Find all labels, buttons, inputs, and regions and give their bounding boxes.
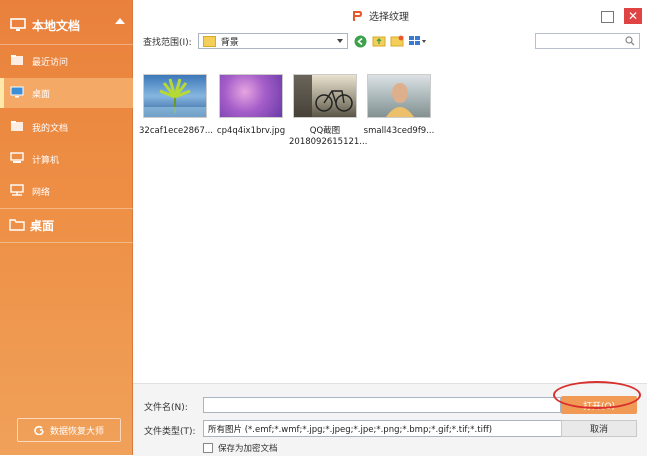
back-arrow-icon [354,35,367,47]
look-in-combo[interactable]: 背景 [197,33,348,49]
sidebar-item-recent[interactable]: 最近访问 [0,46,133,76]
sidebar-item-label: 我的文档 [32,123,69,134]
local-docs-header[interactable]: 本地文档 [0,8,133,42]
close-button[interactable]: ✕ [624,8,642,24]
file-thumbnail [367,74,431,118]
search-input[interactable] [535,33,640,49]
file-name-line1: QQ截图 [309,126,341,136]
network-icon [10,184,24,196]
look-in-value: 背景 [220,37,239,48]
sidebar-item-label: 计算机 [32,155,60,166]
sidebar-item-label: 网络 [32,187,51,198]
data-recovery-label: 数据恢复大师 [49,426,104,437]
folder-icon [202,35,216,47]
monitor-icon [10,18,26,31]
close-icon: ✕ [627,9,639,23]
view-grid-icon [408,36,426,45]
divider [0,208,133,209]
save-encrypted-checkbox[interactable]: 保存为加密文档 [203,442,278,454]
filename-input[interactable] [203,397,561,413]
local-docs-label: 本地文档 [32,18,81,33]
save-encrypted-label: 保存为加密文档 [218,444,278,454]
sidebar-item-label: 桌面 [32,89,51,100]
new-folder-button[interactable] [390,34,404,48]
sidebar-item-computer[interactable]: 计算机 [0,144,133,174]
file-thumbnail [293,74,357,118]
toolbar: 查找范围(I): 背景 [143,32,432,50]
file-item[interactable]: 32caf1ece2867... [139,74,213,137]
file-name: cp4q4ix1brv.jpg [216,126,286,136]
collapse-caret-icon[interactable] [115,18,125,24]
sidebar-item-desktop[interactable]: 桌面 [0,78,133,108]
file-list: 32caf1ece2867... cp4q4ix1brv.jpg QQ截图 201… [137,74,637,174]
up-folder-button[interactable] [372,34,386,48]
folder-icon [9,219,25,231]
dialog-title-text: 选择纹理 [369,12,409,23]
sidebar-item-label: 最近访问 [32,57,69,68]
palm-leaf-image [144,78,206,117]
data-recovery-button[interactable]: 数据恢复大师 [17,418,121,442]
sidebar-item-network[interactable]: 网络 [0,176,133,206]
divider [0,242,133,243]
look-in-label: 查找范围(I): [143,37,192,48]
recovery-icon [34,425,44,435]
dialog-footer: 文件名(N): 打开(O) 文件类型(T): 所有图片 (*.emf;*.wmf… [133,383,647,456]
filetype-value: 所有图片 (*.emf;*.wmf;*.jpg;*.jpeg;*.jpe;*.p… [208,424,493,435]
filetype-label: 文件类型(T): [144,427,196,437]
open-button[interactable]: 打开(O) [561,396,637,414]
divider [0,44,133,45]
desktop-section[interactable]: 桌面 [0,210,133,240]
file-name: small43ced9f9... [363,126,435,136]
file-name: 32caf1ece2867... [139,126,213,136]
file-item[interactable]: QQ截图 2018092615121... [289,74,367,148]
filename-label: 文件名(N): [144,403,188,413]
wps-logo-icon [353,10,362,21]
view-menu-button[interactable] [408,34,428,48]
file-item[interactable]: cp4q4ix1brv.jpg [215,74,287,137]
title-bar: 选择纹理 ✕ [133,0,647,30]
sidebar-item-my-documents[interactable]: 我的文档 [0,112,133,142]
file-name-line2: 2018092615121... [289,137,368,147]
desktop-section-label: 桌面 [30,218,55,233]
monitor-icon [10,86,24,98]
sidebar: 本地文档 最近访问 桌面 我的文档 计算机 网络 桌面 数据恢复大师 [0,0,133,455]
cancel-button[interactable]: 取消 [561,420,637,437]
maximize-button[interactable] [601,11,614,23]
filetype-select[interactable]: 所有图片 (*.emf;*.wmf;*.jpg;*.jpeg;*.jpe;*.p… [203,420,587,437]
search-icon[interactable] [625,36,635,46]
documents-folder-icon [11,121,23,131]
chevron-down-icon[interactable] [336,39,343,43]
file-name: QQ截图 2018092615121... [289,126,367,148]
portrait-image [368,75,430,117]
dialog-title: 选择纹理 [351,8,409,23]
toolbar-icons [354,34,432,48]
file-dialog: 选择纹理 ✕ 查找范围(I): 背景 32caf1ece2867... cp4q… [133,0,647,456]
new-folder-icon [390,35,404,47]
file-thumbnail [219,74,283,118]
checkbox-box[interactable] [203,443,213,453]
recent-folder-icon [11,55,23,65]
bicycle-image [294,75,353,117]
computer-icon [10,152,24,163]
file-item[interactable]: small43ced9f9... [363,74,435,137]
back-button[interactable] [354,34,368,48]
file-thumbnail [143,74,207,118]
up-folder-icon [372,36,386,47]
